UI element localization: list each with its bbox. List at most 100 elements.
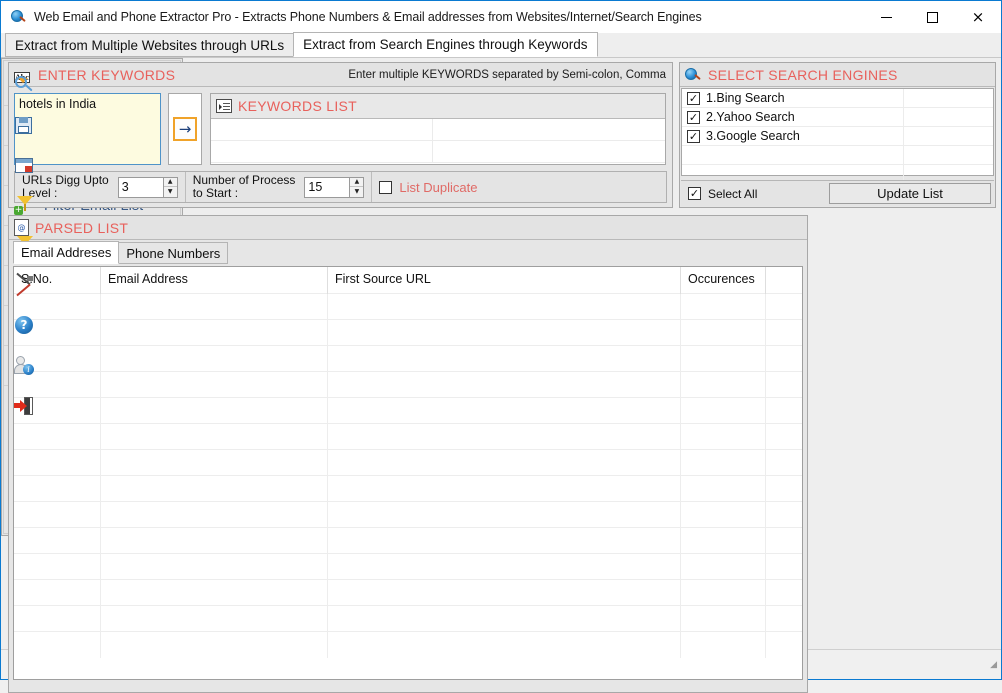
- tab-extract-from-search-engines[interactable]: Extract from Search Engines through Keyw…: [293, 32, 597, 57]
- table-row[interactable]: [14, 527, 802, 553]
- dig-level-spin-down[interactable]: ▼: [164, 187, 177, 197]
- process-count-spin-up[interactable]: ▲: [350, 178, 363, 188]
- table-cell: [766, 372, 802, 398]
- add-keyword-button[interactable]: →: [173, 117, 197, 141]
- search-engine-row-spacer: [904, 108, 993, 126]
- table-row[interactable]: [14, 579, 802, 605]
- table-row[interactable]: [14, 319, 802, 345]
- google-search-checkbox[interactable]: ✓: [687, 130, 700, 143]
- table-cell: [328, 398, 681, 424]
- close-button[interactable]: ×: [955, 1, 1001, 33]
- search-engine-row[interactable]: ✓1.Bing Search: [682, 89, 993, 108]
- table-cell: [681, 294, 766, 320]
- grid-body[interactable]: [14, 293, 802, 657]
- tab-email-addresses[interactable]: Email Addreses: [13, 241, 119, 264]
- process-count-spin-down[interactable]: ▼: [350, 187, 363, 197]
- table-row[interactable]: [14, 293, 802, 319]
- bing-search-checkbox[interactable]: ✓: [687, 92, 700, 105]
- minimize-button[interactable]: [863, 1, 909, 33]
- table-cell: [14, 476, 101, 502]
- keywords-list-title: KEYWORDS LIST: [238, 98, 357, 114]
- table-cell: [14, 528, 101, 554]
- select-all-group[interactable]: ✓ Select All: [681, 187, 829, 201]
- tab-extract-from-urls[interactable]: Extract from Multiple Websites through U…: [5, 33, 294, 57]
- exit-door-icon: [14, 396, 35, 417]
- close-icon: ×: [972, 10, 985, 25]
- table-row[interactable]: [14, 475, 802, 501]
- process-count-spin-buttons[interactable]: ▲ ▼: [349, 177, 364, 198]
- crawl-options-strip: URLs Digg Upto Level : ▲ ▼ Number of Pro…: [14, 171, 667, 203]
- keywords-list-body[interactable]: [211, 119, 665, 164]
- table-row[interactable]: [14, 553, 802, 579]
- keywords-list-row[interactable]: [211, 119, 665, 141]
- table-cell: [328, 424, 681, 450]
- maximize-icon: [927, 12, 938, 23]
- table-cell: [101, 450, 328, 476]
- keywords-list-cell: [433, 119, 665, 140]
- update-list-button[interactable]: Update List: [829, 183, 991, 204]
- search-engine-row[interactable]: ✓ 3.Google Search: [682, 127, 993, 146]
- yahoo-search-label: 2.Yahoo Search: [706, 110, 795, 124]
- table-row[interactable]: [14, 345, 802, 371]
- table-row[interactable]: [14, 397, 802, 423]
- keywords-list-container: KEYWORDS LIST: [210, 93, 666, 165]
- table-row[interactable]: [14, 631, 802, 657]
- app-globe-search-icon: [11, 9, 27, 25]
- table-cell: [328, 476, 681, 502]
- table-cell: [681, 554, 766, 580]
- table-cell: [766, 320, 802, 346]
- add-keyword-button-container: →: [168, 93, 202, 165]
- main-tab-strip: Extract from Multiple Websites through U…: [1, 33, 1001, 58]
- table-cell: [14, 632, 101, 658]
- window-controls: ×: [863, 1, 1001, 33]
- process-count-input[interactable]: [304, 177, 349, 198]
- table-row[interactable]: [14, 423, 802, 449]
- table-cell: [681, 398, 766, 424]
- table-row[interactable]: [14, 605, 802, 631]
- enter-keywords-title: ENTER KEYWORDS: [38, 67, 175, 83]
- list-duplicate-group[interactable]: List Duplicate: [372, 172, 484, 202]
- process-count-label-line2: to Start :: [193, 186, 238, 200]
- keywords-list-cell: [211, 141, 433, 162]
- table-cell: [766, 398, 802, 424]
- select-all-checkbox[interactable]: ✓: [688, 187, 701, 200]
- globe-search-icon: [685, 67, 702, 82]
- table-cell: [14, 580, 101, 606]
- dig-level-input[interactable]: [118, 177, 163, 198]
- table-cell: [328, 606, 681, 632]
- search-engine-row-empty[interactable]: [682, 146, 993, 165]
- table-cell: [101, 554, 328, 580]
- table-cell: [101, 372, 328, 398]
- table-row[interactable]: [14, 501, 802, 527]
- resize-grip-icon[interactable]: ◢: [990, 659, 997, 670]
- table-cell: [681, 580, 766, 606]
- process-count-stepper[interactable]: ▲ ▼: [304, 177, 364, 198]
- table-cell: [681, 450, 766, 476]
- dig-level-spin-up[interactable]: ▲: [164, 178, 177, 188]
- google-search-label: 3.Google Search: [706, 129, 800, 143]
- table-cell: [328, 632, 681, 658]
- tab-phone-numbers[interactable]: Phone Numbers: [118, 242, 228, 264]
- table-cell: [766, 580, 802, 606]
- grid-header-row: S.No. Email Address First Source URL Occ…: [14, 267, 802, 293]
- search-engine-row-spacer: [904, 127, 993, 145]
- table-cell: [766, 346, 802, 372]
- table-cell: [766, 424, 802, 450]
- parsed-list-tab-strip: Email Addreses Phone Numbers: [9, 240, 807, 264]
- table-cell: [101, 346, 328, 372]
- dig-level-stepper[interactable]: ▲ ▼: [118, 177, 178, 198]
- table-row[interactable]: [14, 371, 802, 397]
- application-window: Web Email and Phone Extractor Pro - Extr…: [0, 0, 1002, 680]
- table-row[interactable]: [14, 449, 802, 475]
- dig-level-label: URLs Digg Upto Level :: [22, 174, 109, 200]
- email-results-grid[interactable]: S.No. Email Address First Source URL Occ…: [13, 266, 803, 680]
- search-engine-row[interactable]: ✓ 2.Yahoo Search: [682, 108, 993, 127]
- yahoo-search-checkbox[interactable]: ✓: [687, 111, 700, 124]
- table-cell: [101, 424, 328, 450]
- keywords-list-row[interactable]: [211, 141, 665, 163]
- list-duplicate-checkbox[interactable]: [379, 181, 392, 194]
- maximize-button[interactable]: [909, 1, 955, 33]
- keywords-list-cell: [211, 119, 433, 140]
- keywords-input[interactable]: [14, 93, 161, 165]
- dig-level-spin-buttons[interactable]: ▲ ▼: [163, 177, 178, 198]
